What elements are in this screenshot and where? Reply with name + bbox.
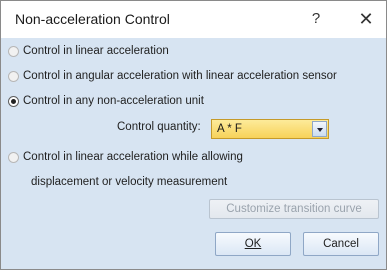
radio-linear-acceleration[interactable]: Control in linear acceleration — [8, 43, 169, 59]
radio-label: Control in linear acceleration while all… — [23, 151, 243, 163]
control-quantity-value: A * F — [217, 123, 242, 135]
radio-label: Control in linear acceleration — [23, 45, 169, 57]
radio-linear-acceleration-allowing[interactable]: Control in linear acceleration while all… — [8, 149, 243, 165]
close-icon[interactable]: ✕ — [351, 5, 381, 33]
dialog-body: Control in linear acceleration Control i… — [1, 38, 386, 269]
radio-circle[interactable] — [8, 151, 19, 163]
dialog-title: Non-acceleration Control — [15, 11, 170, 27]
ok-button-label: OK — [244, 238, 262, 250]
radio-angular-acceleration[interactable]: Control in angular acceleration with lin… — [8, 68, 337, 84]
cancel-button[interactable]: Cancel — [303, 232, 379, 256]
radio-circle[interactable] — [8, 70, 19, 82]
ok-button[interactable]: OK — [215, 232, 291, 256]
non-acceleration-control-dialog: Non-acceleration Control ? ✕ Control in … — [0, 0, 387, 270]
radio-circle-selected[interactable] — [8, 95, 19, 107]
radio-label-continuation: displacement or velocity measurement — [31, 176, 228, 188]
radio-non-acceleration-unit[interactable]: Control in any non-acceleration unit — [8, 93, 204, 109]
radio-label: Control in any non-acceleration unit — [23, 95, 204, 107]
cancel-button-label: Cancel — [323, 238, 359, 250]
radio-circle[interactable] — [8, 45, 19, 57]
radio-label: Control in angular acceleration with lin… — [23, 70, 337, 82]
help-button[interactable]: ? — [301, 5, 331, 33]
control-quantity-dropdown[interactable]: A * F — [211, 119, 329, 139]
control-quantity-label: Control quantity: — [117, 121, 201, 133]
title-bar: Non-acceleration Control ? ✕ — [1, 1, 386, 38]
customize-transition-curve-button[interactable]: Customize transition curve — [209, 199, 379, 219]
chevron-down-icon[interactable] — [312, 121, 327, 137]
